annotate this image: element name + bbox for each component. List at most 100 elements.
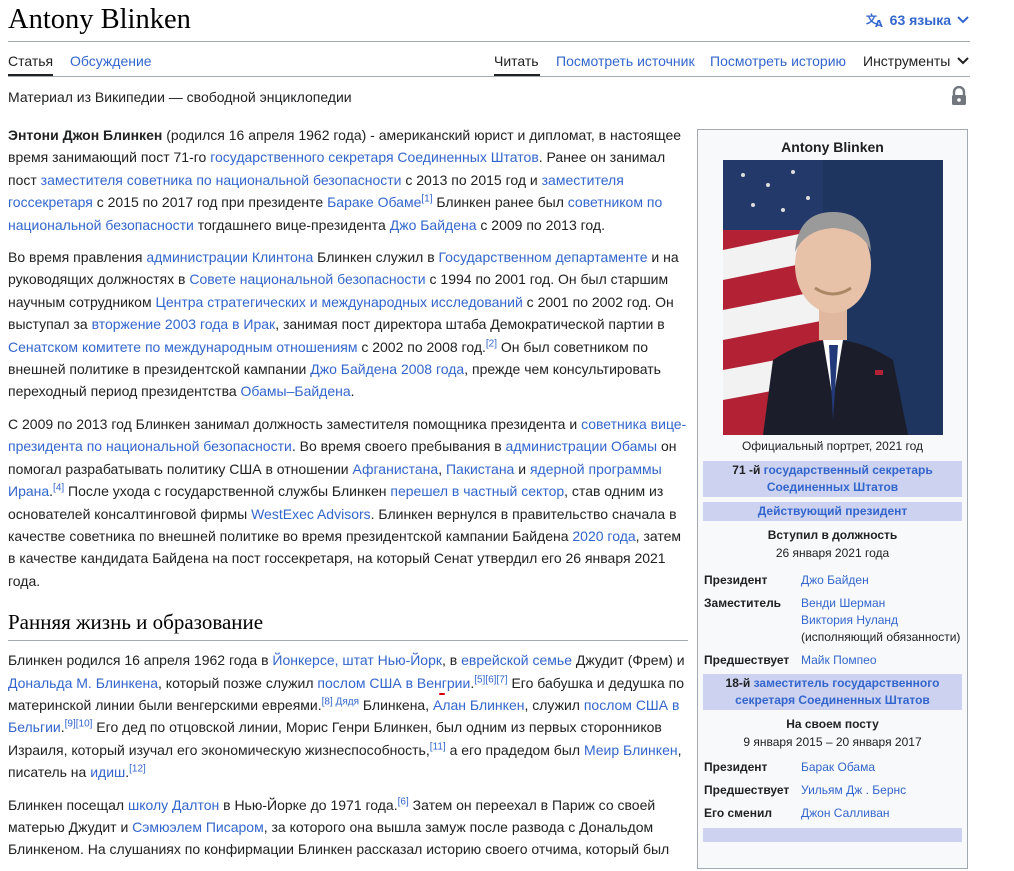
ref[interactable]: [12] <box>129 764 146 775</box>
link-william-burns[interactable]: Уильям Дж . Бернс <box>801 782 961 799</box>
text: тогдашнего вице-президента <box>193 216 390 233</box>
lock-icon <box>952 86 966 105</box>
text: с 2013 по 2015 год и <box>401 171 542 188</box>
link-jewish-family[interactable]: еврейской семье <box>461 652 572 668</box>
office-ordinal: 71 -й <box>732 463 761 477</box>
assumed-office-date: 26 января 2021 года <box>775 546 890 560</box>
language-count: 63 языка <box>889 12 951 28</box>
link-incumbent[interactable]: Действующий президент <box>758 504 908 518</box>
link-clinton-admin[interactable]: администрации Клинтона <box>146 249 313 265</box>
text: Во время правления <box>8 249 147 266</box>
infobox-row: Президент Барак Обама <box>704 759 961 776</box>
link-biden-2008[interactable]: Джо Байдена 2008 года <box>310 361 464 377</box>
text: Блинкен родился 16 апреля 1962 года в <box>8 652 273 669</box>
ref[interactable]: [9][10] <box>65 719 93 730</box>
link-csis[interactable]: Центра стратегических и международных ис… <box>155 294 522 310</box>
text: с 2002 по 2008 год. <box>357 338 486 355</box>
ref-uncle[interactable]: Дядя <box>336 696 359 707</box>
office-bar-current: 71 -й государственный секретарь Соединен… <box>703 461 962 497</box>
ref[interactable]: [1] <box>421 194 432 205</box>
link-deputy-nsa[interactable]: заместителя советника по национальной бе… <box>41 172 402 188</box>
ref[interactable]: [8] <box>322 696 333 707</box>
ref[interactable]: [5][6][7] <box>474 674 507 685</box>
text: Джудит (Фрем) и <box>572 652 685 669</box>
ref[interactable]: [11] <box>430 741 446 752</box>
infobox: Antony Blinken Официальный портрет, 2021… <box>697 129 968 869</box>
intro-paragraph: Энтони Джон Блинкен (родился 16 апреля 1… <box>8 124 688 236</box>
link-obama-admin[interactable]: администрации Обамы <box>506 438 658 454</box>
page-tabs: Статья Обсуждение Читать Посмотреть исто… <box>8 42 970 76</box>
section-heading-early-life: Ранняя жизнь и образование <box>8 608 688 642</box>
link-westexec[interactable]: WestExec Advisors <box>251 506 371 522</box>
link-private-sector[interactable]: перешел в частный сектор <box>390 483 564 499</box>
in-office-label: На своем посту <box>786 717 879 731</box>
link-obama[interactable]: Бараке Обаме <box>327 194 421 210</box>
later-career-paragraph: С 2009 по 2013 год Блинкен занимал должн… <box>8 413 688 592</box>
link-senate-committee[interactable]: Сенатском комитете по международным отно… <box>8 339 357 355</box>
text: Блинкен посещал <box>8 796 128 813</box>
office-ordinal: 18-й <box>725 676 751 690</box>
infobox-row: Предшествует Уильям Дж . Бернс <box>704 782 961 799</box>
ref[interactable]: [2] <box>486 338 497 349</box>
link-alan-blinken[interactable]: Алан Блинкен <box>433 697 524 713</box>
text: . Во время своего пребывания в <box>291 438 506 455</box>
tab-view-source[interactable]: Посмотреть источник <box>556 52 695 70</box>
subject-name: Энтони Джон Блинкен <box>8 127 163 143</box>
acting-note: (исполняющий обязанности) <box>801 630 961 644</box>
early-life-paragraph: Блинкен родился 16 апреля 1962 года в Йо… <box>8 649 688 783</box>
link-yonkers[interactable]: Йонкерсе, штат Нью-Йорк <box>272 652 442 668</box>
link-wendy-sherman[interactable]: Венди Шерман <box>801 596 885 610</box>
tab-article[interactable]: Статья <box>8 52 53 70</box>
language-selector[interactable]: 文 A 63 языка <box>866 12 969 28</box>
link-pakistan[interactable]: Пакистана <box>446 461 514 477</box>
link-secretary-of-state-office[interactable]: государственный секретарь Соединенных Шт… <box>764 463 933 494</box>
ref[interactable]: [4] <box>53 482 64 493</box>
link-mike-pompeo[interactable]: Майк Помпео <box>801 652 961 669</box>
text: , <box>438 460 446 477</box>
svg-text:A: A <box>875 19 883 28</box>
row-key: Предшествует <box>704 653 790 667</box>
link-nsc[interactable]: Совете национальной безопасности <box>189 271 425 287</box>
tab-read[interactable]: Читать <box>494 52 539 70</box>
link-yiddish[interactable]: идиш <box>90 764 125 780</box>
link-biden[interactable]: Джо Байдена <box>390 217 477 233</box>
link-meir-blinken[interactable]: Меир Блинкен <box>584 742 678 758</box>
text: , в <box>442 652 462 669</box>
incumbent-bar: Действующий президент <box>703 502 962 521</box>
link-dalton-school[interactable]: школу Далтон <box>128 797 219 813</box>
office-bar-deputy: 18-й заместитель государственного секрет… <box>703 674 962 710</box>
text: , служил <box>524 696 584 713</box>
infobox-name: Antony Blinken <box>781 139 884 155</box>
link-state-department[interactable]: Государственном департаменте <box>439 249 648 265</box>
text: Блинкена, <box>358 696 433 713</box>
article-body: Энтони Джон Блинкен (родился 16 апреля 1… <box>8 124 688 871</box>
portrait-caption: Официальный портрет, 2021 год <box>741 439 924 453</box>
link-samuel-pisar[interactable]: Сэмюэлем Писаром <box>132 819 264 835</box>
link-john-sullivan[interactable]: Джон Салливан <box>801 805 961 822</box>
tab-talk[interactable]: Обсуждение <box>70 52 152 70</box>
link-donald-blinken[interactable]: Дональда М. Блинкена <box>8 675 158 691</box>
text: Блинкен ранее был <box>432 194 568 211</box>
link-secretary-of-state[interactable]: государственного секретаря Соединенных Ш… <box>210 149 539 165</box>
link-afghanistan[interactable]: Афганистана <box>352 461 438 477</box>
link-obama-biden[interactable]: Обамы–Байдена <box>241 383 351 399</box>
link-2020[interactable]: 2020 года <box>572 528 635 544</box>
tools-chevron-down-icon[interactable] <box>957 57 969 65</box>
text: . <box>350 383 355 400</box>
link-president-obama[interactable]: Барак Обама <box>801 759 961 776</box>
link-victoria-nuland[interactable]: Виктория Нуланд <box>801 613 898 627</box>
link-ambassador-hungary[interactable]: послом США в Венгрии <box>317 675 470 691</box>
in-office-dates: 9 января 2015 – 20 января 2017 <box>743 735 922 749</box>
link-president-biden[interactable]: Джо Байден <box>801 572 961 589</box>
text: , занимая пост директора штаба Демократи… <box>275 316 665 333</box>
infobox-row: Президент Джо Байден <box>704 572 961 589</box>
text: с 2015 по 2017 год при президенте <box>92 194 328 211</box>
link-iraq-invasion[interactable]: вторжение 2003 года в Ирак <box>92 316 276 332</box>
tab-history[interactable]: Посмотреть историю <box>710 52 846 70</box>
link-deputy-secretary-office[interactable]: заместитель государственного секретаря С… <box>735 676 939 707</box>
ref[interactable]: [6] <box>398 796 409 807</box>
row-key: Президент <box>704 760 768 774</box>
official-portrait[interactable] <box>722 160 943 435</box>
tab-tools[interactable]: Инструменты <box>863 52 950 70</box>
chevron-down-icon <box>957 16 969 24</box>
